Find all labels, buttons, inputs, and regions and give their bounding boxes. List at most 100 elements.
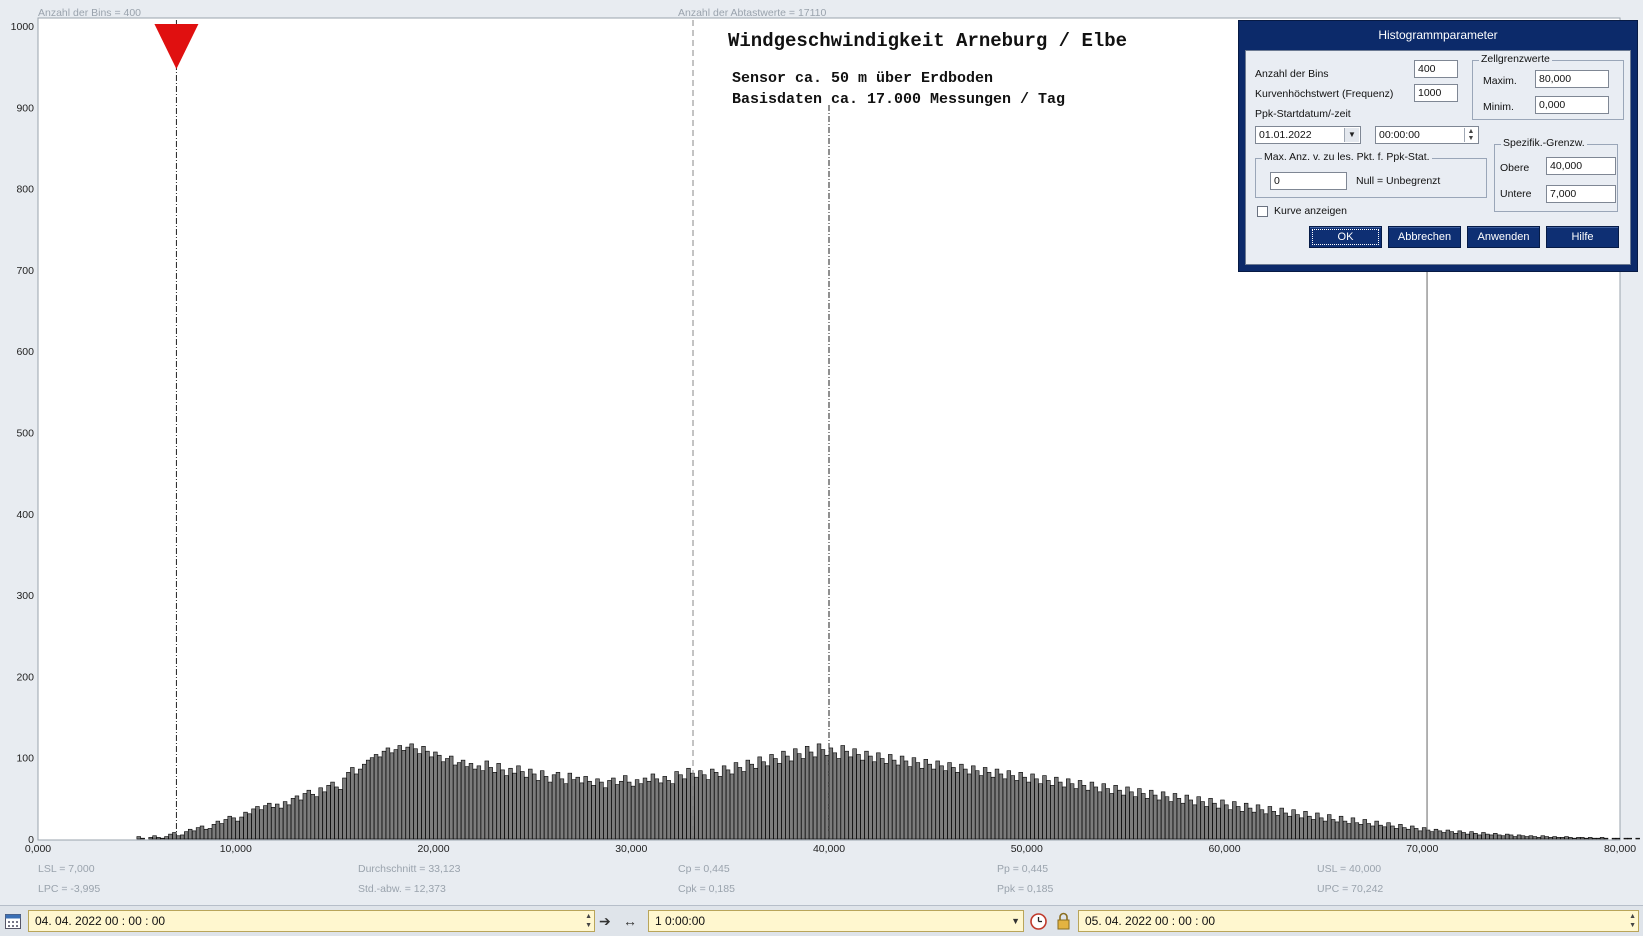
histogram-bar xyxy=(310,793,315,840)
histogram-bar xyxy=(484,760,489,840)
histogram-bar xyxy=(840,745,845,840)
arrows-outward-icon[interactable]: ↔ xyxy=(623,910,637,932)
histogram-bar xyxy=(603,787,608,840)
histogram-bar xyxy=(1508,834,1514,840)
histogram-bar xyxy=(1113,785,1118,840)
histogram-bar xyxy=(1315,812,1320,840)
freq-input[interactable]: 1000 xyxy=(1414,84,1458,102)
histogram-bar xyxy=(1386,822,1391,840)
spinner-icon[interactable]: ▲ ▼ xyxy=(1464,128,1477,142)
histogram-bar xyxy=(1350,817,1356,840)
histogram-bar xyxy=(1212,802,1217,840)
histogram-bar xyxy=(191,830,197,840)
dialog-body: Anzahl der Bins 400 Kurvenhöchstwert (Fr… xyxy=(1245,50,1631,265)
histogram-bar xyxy=(1034,778,1039,840)
histogram-bar xyxy=(1603,837,1609,840)
histogram-bar xyxy=(1501,835,1506,840)
stat-lsl: LSL = 7,000 xyxy=(38,863,95,875)
histogram-bar xyxy=(547,781,553,840)
histogram-bar xyxy=(1081,785,1087,840)
histogram-bar xyxy=(967,773,972,840)
histogram-bar xyxy=(1615,837,1621,840)
histogram-bar xyxy=(626,781,632,840)
spinner-icon[interactable]: ▲ ▼ xyxy=(585,912,592,930)
histogram-bar xyxy=(698,770,703,840)
y-tick-label: 100 xyxy=(16,753,34,765)
histogram-bar xyxy=(1164,796,1170,840)
histogram-bar xyxy=(1137,788,1142,840)
chevron-down-icon[interactable]: ▼ xyxy=(1011,911,1020,931)
dialog-title: Histogrammparameter xyxy=(1378,28,1498,42)
histogram-bar xyxy=(1497,834,1502,840)
histogram-bar xyxy=(1247,807,1253,840)
histogram-bar xyxy=(1069,783,1075,840)
histogram-bar xyxy=(1516,834,1522,840)
histogram-bar xyxy=(1006,770,1012,840)
histogram-bar xyxy=(1030,773,1035,840)
histogram-bar xyxy=(686,767,691,840)
histogram-bar xyxy=(385,747,391,840)
end-datetime-field[interactable]: 05. 04. 2022 00 : 00 : 00 ▲ ▼ xyxy=(1078,910,1639,932)
stat-std: Std.-abw. = 12,373 xyxy=(358,883,446,895)
lower-limit-input[interactable]: 7,000 xyxy=(1546,185,1616,203)
histogram-bar xyxy=(1564,836,1569,840)
start-time-input[interactable]: 00:00:00 ▲ ▼ xyxy=(1375,126,1479,144)
min-input[interactable]: 0,000 xyxy=(1535,96,1609,114)
histogram-bar xyxy=(1176,798,1182,840)
spinner-icon[interactable]: ▲ ▼ xyxy=(1629,912,1636,930)
histogram-bar xyxy=(1283,812,1288,840)
histogram-bar xyxy=(1536,837,1541,840)
histogram-bar xyxy=(1319,817,1324,840)
interval-field[interactable]: 1 0:00:00 ▼ xyxy=(648,910,1024,932)
histogram-bar xyxy=(1156,799,1162,840)
ok-button[interactable]: OK xyxy=(1309,226,1382,248)
show-curve-checkbox[interactable] xyxy=(1257,206,1268,217)
histogram-bar xyxy=(1026,781,1031,840)
help-button[interactable]: Hilfe xyxy=(1546,226,1619,248)
histogram-bar xyxy=(365,759,371,840)
calendar-icon[interactable] xyxy=(5,913,21,929)
apply-button[interactable]: Anwenden xyxy=(1467,226,1540,248)
bins-input[interactable]: 400 xyxy=(1414,60,1458,78)
lock-icon[interactable] xyxy=(1056,912,1071,930)
histogram-bar xyxy=(1548,837,1553,840)
histogram-bar xyxy=(1267,806,1273,840)
arrows-inward-icon[interactable]: ➔ xyxy=(599,910,611,932)
histogram-bar xyxy=(1141,793,1146,840)
histogram-bar xyxy=(294,795,300,840)
chevron-down-icon[interactable]: ▼ xyxy=(1344,128,1359,142)
histogram-bar xyxy=(195,827,201,840)
histogram-bar xyxy=(1243,802,1249,840)
max-input[interactable]: 80,000 xyxy=(1535,70,1609,88)
histogram-bar xyxy=(1287,815,1292,840)
histogram-bar xyxy=(939,765,944,840)
stat-lpc: LPC = -3,995 xyxy=(38,883,100,895)
histogram-bar xyxy=(1556,837,1561,840)
histogram-bar xyxy=(765,765,770,840)
histogram-bar xyxy=(437,754,442,840)
histogram-bar xyxy=(706,779,711,840)
stat-usl: USL = 40,000 xyxy=(1317,863,1381,875)
x-tick-label: 30,000 xyxy=(615,843,647,855)
histogram-bar xyxy=(1149,789,1154,840)
start-datetime-field[interactable]: 04. 04. 2022 00 : 00 : 00 ▲ ▼ xyxy=(28,910,595,932)
histogram-bar xyxy=(789,760,794,840)
histogram-bar xyxy=(978,775,984,840)
histogram-bar xyxy=(413,748,418,840)
upper-limit-input[interactable]: 40,000 xyxy=(1546,157,1616,175)
histogram-bar xyxy=(488,767,493,840)
histogram-bar xyxy=(152,835,157,840)
start-date-dropdown[interactable]: 01.01.2022 ▼ xyxy=(1255,126,1361,144)
max-points-input[interactable]: 0 xyxy=(1270,172,1347,190)
histogram-bar xyxy=(761,761,766,840)
histogram-bar xyxy=(1042,775,1047,840)
histogram-bar xyxy=(1101,783,1106,840)
histogram-bar xyxy=(417,753,422,840)
histogram-bar xyxy=(1307,815,1312,840)
histogram-bar xyxy=(373,754,379,840)
histogram-bar xyxy=(1062,786,1067,840)
histogram-bar xyxy=(1493,833,1498,840)
histogram-bar xyxy=(397,745,402,840)
clock-icon[interactable] xyxy=(1030,913,1047,930)
cancel-button[interactable]: Abbrechen xyxy=(1388,226,1461,248)
